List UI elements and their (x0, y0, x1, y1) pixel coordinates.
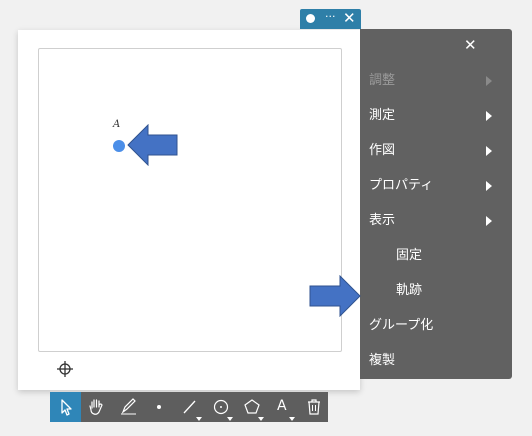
menu-item-group[interactable]: グループ化 (369, 316, 433, 336)
color-dot-icon[interactable] (306, 14, 315, 23)
close-icon[interactable]: ✕ (343, 9, 356, 27)
select-tool-button[interactable] (50, 392, 81, 422)
polygon-tool-button[interactable] (236, 392, 267, 422)
recenter-icon[interactable] (57, 361, 73, 377)
menu-item-duplicate[interactable]: 複製 (369, 351, 395, 371)
menu-item-fix[interactable]: 固定 (396, 246, 422, 266)
menu-item-properties[interactable]: プロパティ (369, 176, 433, 196)
menu-item-construct[interactable]: 作図 (369, 141, 395, 161)
chevron-right-icon (486, 146, 492, 156)
pen-tool-button[interactable] (112, 392, 143, 422)
menu-item-measure[interactable]: 測定 (369, 106, 395, 126)
chevron-right-icon (486, 111, 492, 121)
more-icon[interactable]: ··· (325, 10, 336, 23)
circle-tool-button[interactable] (205, 392, 236, 422)
object-bar: ··· ✕ (300, 9, 361, 29)
point-label: A (113, 119, 121, 130)
callout-arrow-left (127, 124, 178, 166)
menu-item-trace[interactable]: 軌跡 (396, 281, 422, 301)
chevron-right-icon (486, 216, 492, 226)
pen-icon (121, 398, 136, 415)
text-tool-button[interactable]: A (267, 392, 298, 422)
graph-area[interactable] (38, 48, 342, 352)
tool-bar: A (50, 392, 328, 422)
menu-close-icon[interactable]: ✕ (464, 36, 477, 54)
dropdown-caret-icon (289, 417, 295, 421)
callout-arrow-right (309, 275, 361, 317)
chevron-right-icon (486, 76, 492, 86)
dropdown-caret-icon (196, 417, 202, 421)
menu-item-adjust: 調整 (369, 73, 396, 88)
text-tool-label: A (277, 398, 287, 414)
hand-icon (89, 399, 103, 415)
dropdown-caret-icon (227, 417, 233, 421)
context-menu: ✕ 調整 測定 作図 プロパティ 表示 固定 軌跡 グループ化 複製 (360, 29, 512, 379)
point-icon (157, 405, 161, 409)
menu-item-display[interactable]: 表示 (369, 211, 395, 231)
chevron-right-icon (486, 181, 492, 191)
cursor-icon (61, 399, 72, 416)
point-a[interactable] (113, 140, 125, 152)
dropdown-caret-icon (258, 417, 264, 421)
delete-tool-button[interactable] (298, 392, 329, 422)
line-tool-button[interactable] (174, 392, 205, 422)
trash-icon (308, 399, 320, 415)
hand-tool-button[interactable] (81, 392, 112, 422)
point-tool-button[interactable] (143, 392, 174, 422)
